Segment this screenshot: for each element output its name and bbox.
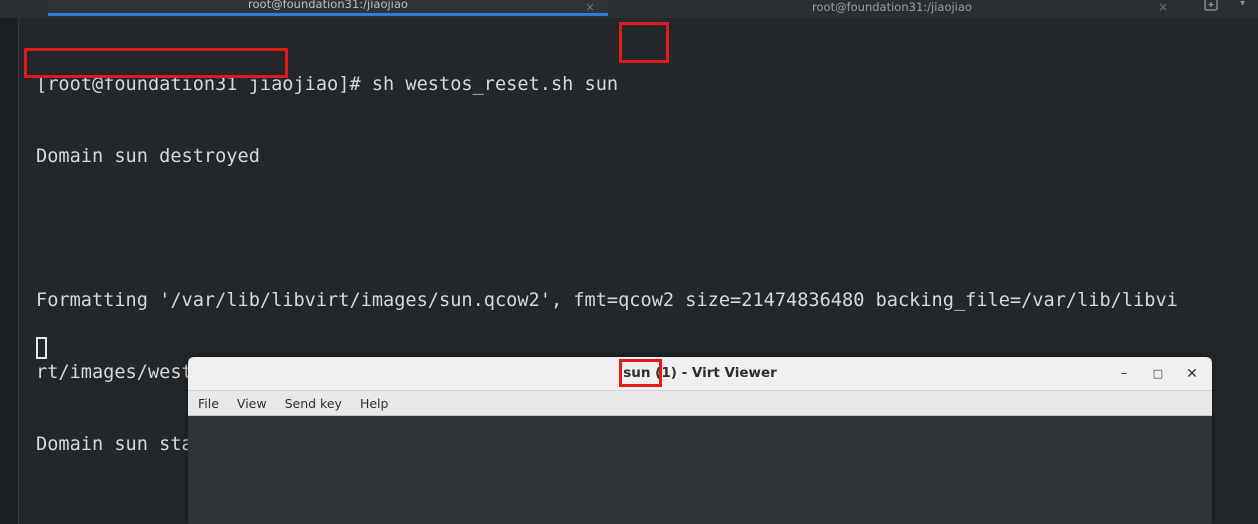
menu-item-file[interactable]: File xyxy=(198,396,219,411)
terminal-gutter-divider xyxy=(18,14,19,524)
screen-root: root@foundation31:/jiaojiao × root@found… xyxy=(0,0,1258,524)
terminal-line-blank-1 xyxy=(36,217,1258,241)
virt-viewer-window: sun (1) - Virt Viewer – □ ✕ File View Se… xyxy=(188,357,1212,524)
virt-viewer-menubar: File View Send key Help xyxy=(188,391,1212,416)
close-icon[interactable]: ✕ xyxy=(1180,362,1204,386)
terminal-left-gutter xyxy=(0,0,18,524)
terminal-right-strip xyxy=(1212,357,1258,524)
terminal-line-domain-destroyed: Domain sun destroyed xyxy=(36,146,260,167)
terminal-tab-1-label: root@foundation31:/jiaojiao xyxy=(248,0,408,11)
maximize-icon[interactable]: □ xyxy=(1146,362,1170,386)
menu-item-view[interactable]: View xyxy=(237,396,267,411)
terminal-cursor xyxy=(36,337,47,359)
virt-viewer-display-area[interactable] xyxy=(188,416,1212,524)
virt-viewer-titlebar[interactable]: sun (1) - Virt Viewer – □ ✕ xyxy=(188,357,1212,391)
menu-item-help[interactable]: Help xyxy=(360,396,389,411)
terminal-line-formatting: Formatting '/var/lib/libvirt/images/sun.… xyxy=(36,290,1178,311)
terminal-line-prompt-1: [root@foundation31 jiaojiao]# sh westos_… xyxy=(36,74,619,95)
terminal-tab-2[interactable]: root@foundation31:/jiaojiao xyxy=(612,0,1172,16)
terminal-tab-2-label: root@foundation31:/jiaojiao xyxy=(812,0,972,14)
minimize-icon[interactable]: – xyxy=(1112,362,1136,386)
terminal-tab-2-close-icon[interactable]: × xyxy=(1158,0,1168,14)
virt-viewer-title: sun (1) - Virt Viewer xyxy=(623,365,777,381)
terminal-tab-bar: root@foundation31:/jiaojiao × root@found… xyxy=(0,0,1258,18)
chevron-down-icon[interactable]: ▾ xyxy=(1240,0,1245,9)
terminal-tab-1[interactable]: root@foundation31:/jiaojiao xyxy=(48,0,608,16)
menu-item-send-key[interactable]: Send key xyxy=(285,396,342,411)
new-tab-icon[interactable] xyxy=(1203,0,1219,16)
terminal-tab-1-close-icon[interactable]: × xyxy=(585,0,595,14)
